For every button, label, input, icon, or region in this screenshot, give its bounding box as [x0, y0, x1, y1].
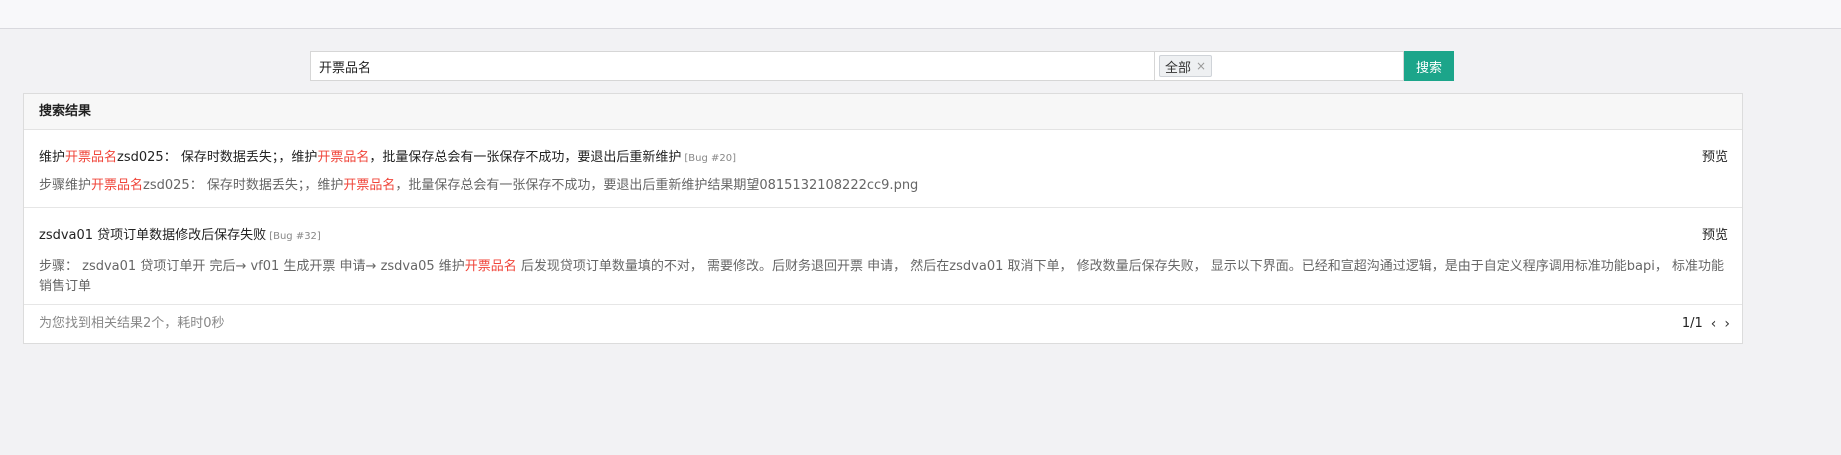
search-button[interactable]: 搜索 — [1404, 51, 1454, 81]
page-indicator: 1/1 — [1681, 316, 1703, 331]
result-snippet: 步骤维护开票品名zsd025： 保存时数据丢失；，维护开票品名，批量保存总会有一… — [39, 176, 1727, 196]
snippet-text: zsd025： 保存时数据丢失；，维护 — [143, 178, 344, 193]
preview-link[interactable]: 预览 — [1702, 224, 1728, 243]
snippet-highlight: 开票品名 — [464, 259, 517, 274]
search-scope-select[interactable]: 全部 × — [1155, 51, 1404, 81]
snippet-text: 步骤维护 — [39, 178, 92, 193]
search-bar: 全部 × 搜索 — [310, 51, 1454, 81]
search-results-panel: 搜索结果 维护开票品名zsd025： 保存时数据丢失；，维护开票品名，批量保存总… — [23, 93, 1743, 344]
bug-ref: [Bug #20] — [684, 153, 736, 164]
snippet-text: ，批量保存总会有一张保存不成功，要退出后重新维护结果期望081513210822… — [395, 178, 919, 193]
bug-ref: [Bug #32] — [269, 231, 321, 242]
prev-page-icon[interactable]: ‹ — [1711, 305, 1717, 343]
scope-tag-label: 全部 — [1165, 60, 1192, 76]
snippet-highlight: 开票品名 — [343, 178, 396, 193]
title-highlight: 开票品名 — [317, 150, 370, 165]
panel-title: 搜索结果 — [24, 94, 1742, 130]
result-item: 维护开票品名zsd025： 保存时数据丢失；，维护开票品名，批量保存总会有一张保… — [24, 130, 1742, 208]
snippet-text: 步骤： zsdva01 贷项订单开 完后→ vf01 生成开票 申请→ zsdv… — [39, 259, 465, 274]
preview-link[interactable]: 预览 — [1702, 146, 1728, 165]
top-bar — [0, 0, 1841, 29]
results-footer: 为您找到相关结果2个，耗时0秒 1/1 ‹ › — [24, 305, 1742, 343]
title-highlight: 开票品名 — [65, 150, 118, 165]
result-title[interactable]: 维护开票品名zsd025： 保存时数据丢失；，维护开票品名，批量保存总会有一张保… — [39, 146, 736, 165]
next-page-icon[interactable]: › — [1724, 305, 1730, 343]
title-text: ，批量保存总会有一张保存不成功，要退出后重新维护 — [369, 150, 682, 165]
title-text: zsdva01 贷项订单数据修改后保存失败 — [39, 228, 267, 243]
remove-scope-icon[interactable]: × — [1196, 59, 1206, 73]
result-title[interactable]: zsdva01 贷项订单数据修改后保存失败 [Bug #32] — [39, 224, 321, 243]
search-input[interactable] — [310, 51, 1155, 81]
scope-tag: 全部 × — [1159, 55, 1213, 77]
snippet-highlight: 开票品名 — [91, 178, 144, 193]
results-summary: 为您找到相关结果2个，耗时0秒 — [39, 316, 225, 331]
result-snippet: 步骤： zsdva01 贷项订单开 完后→ vf01 生成开票 申请→ zsdv… — [39, 257, 1727, 297]
title-text: zsd025： 保存时数据丢失；，维护 — [117, 150, 318, 165]
result-item: zsdva01 贷项订单数据修改后保存失败 [Bug #32] 预览 步骤： zs… — [24, 208, 1742, 305]
title-text: 维护 — [39, 150, 66, 165]
pager: 1/1 ‹ › — [1682, 305, 1730, 343]
